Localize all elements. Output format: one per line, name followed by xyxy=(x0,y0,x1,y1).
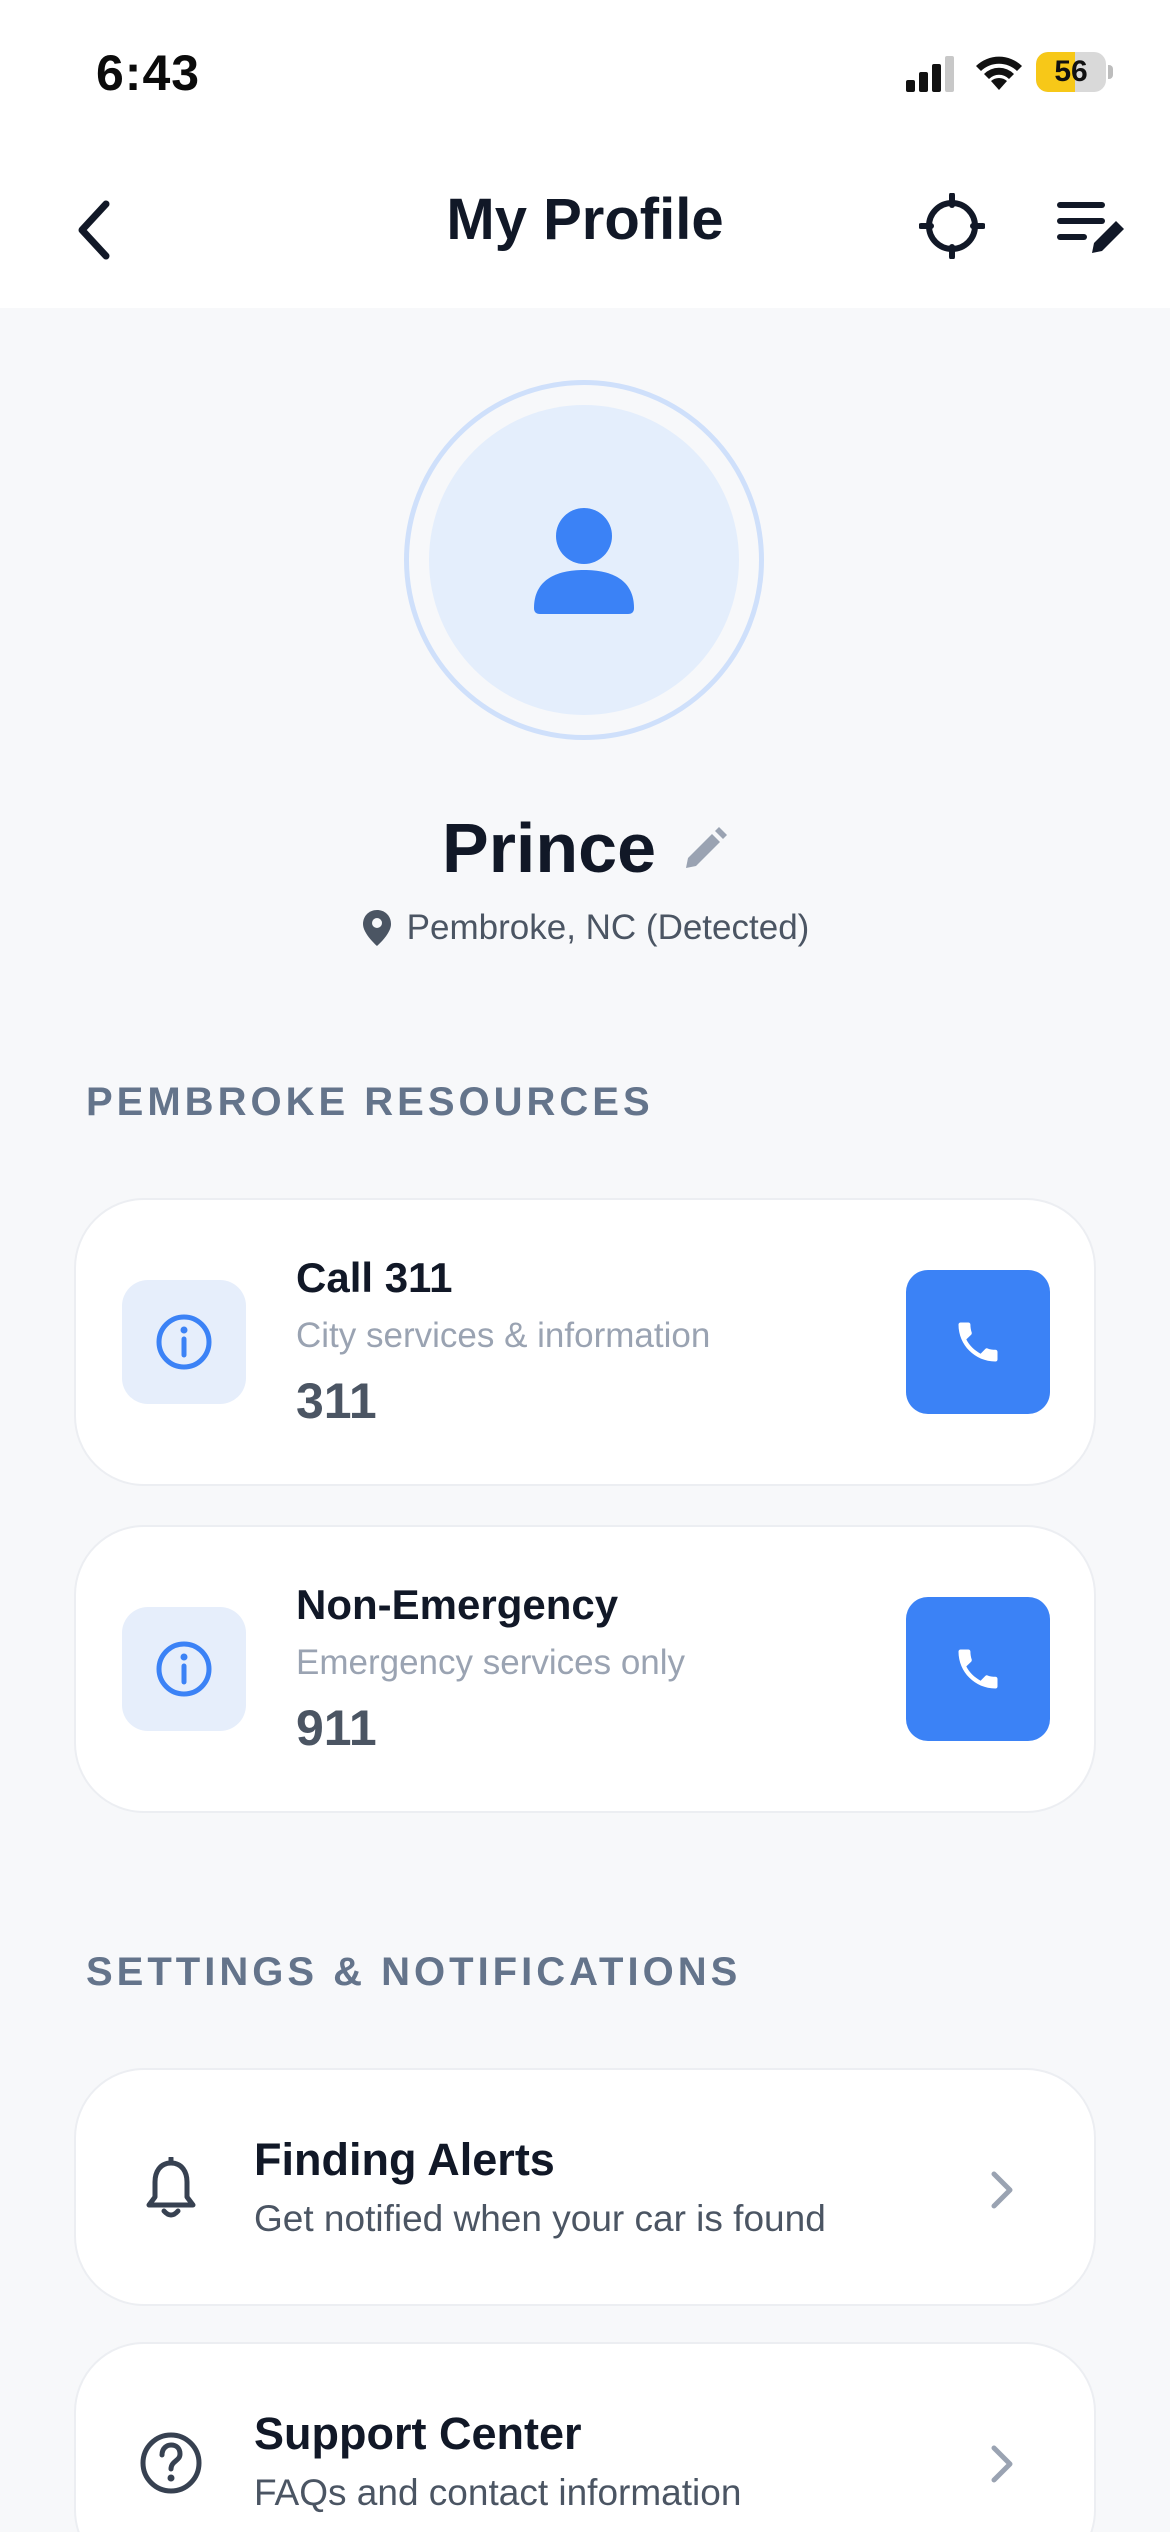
resources-section-title: PEMBROKE RESOURCES xyxy=(86,1080,654,1124)
resource-number: 911 xyxy=(296,1700,377,1756)
resource-card-non-emergency: Non-Emergency Emergency services only 91… xyxy=(74,1525,1096,1813)
info-icon xyxy=(156,1314,212,1370)
profile-name-row: Prince xyxy=(0,808,1170,888)
crosshair-icon xyxy=(919,193,985,259)
edit-list-button[interactable] xyxy=(1050,186,1134,270)
phone-icon xyxy=(958,1649,998,1689)
settings-section-title: SETTINGS & NOTIFICATIONS xyxy=(86,1950,742,1994)
status-bar: 6:43 56 xyxy=(0,0,1170,150)
profile-name: Prince xyxy=(442,809,656,887)
list-edit-icon xyxy=(1057,202,1124,253)
resource-card-311: Call 311 City services & information 311 xyxy=(74,1198,1096,1486)
chevron-right-icon xyxy=(991,2445,1013,2483)
location-text: Pembroke, NC (Detected) xyxy=(406,908,810,947)
resource-subtitle: Emergency services only xyxy=(296,1643,686,1682)
settings-item-title: Finding Alerts xyxy=(254,2134,555,2185)
phone-icon xyxy=(958,1322,998,1362)
resource-title: Non-Emergency xyxy=(296,1581,619,1628)
battery-indicator: 56 xyxy=(1036,52,1113,92)
status-time: 6:43 xyxy=(96,45,201,101)
avatar[interactable] xyxy=(404,380,764,740)
settings-item-subtitle: FAQs and contact information xyxy=(254,2472,742,2513)
cellular-signal-icon xyxy=(906,56,954,92)
support-center-row[interactable]: Support Center FAQs and contact informat… xyxy=(74,2342,1096,2532)
call-911-button[interactable] xyxy=(906,1597,1050,1741)
chevron-right-icon xyxy=(991,2171,1013,2209)
info-icon xyxy=(156,1641,212,1697)
bell-icon xyxy=(146,2157,196,2218)
map-pin-icon xyxy=(362,910,391,946)
resource-subtitle: City services & information xyxy=(296,1316,711,1355)
call-311-button[interactable] xyxy=(906,1270,1050,1414)
settings-item-subtitle: Get notified when your car is found xyxy=(254,2198,826,2239)
resource-number: 311 xyxy=(296,1373,377,1429)
question-circle-icon xyxy=(140,2432,202,2494)
battery-level: 56 xyxy=(1054,55,1088,88)
nav-bar: My Profile xyxy=(0,150,1170,308)
page-title: My Profile xyxy=(446,187,724,252)
wifi-icon xyxy=(976,56,1022,90)
finding-alerts-row[interactable]: Finding Alerts Get notified when your ca… xyxy=(74,2068,1096,2306)
location-row: Pembroke, NC (Detected) xyxy=(0,908,1170,948)
locate-button[interactable] xyxy=(912,186,992,266)
pencil-icon[interactable] xyxy=(680,826,728,874)
settings-item-title: Support Center xyxy=(254,2408,582,2459)
person-icon xyxy=(534,508,634,614)
profile-screen: 6:43 56 My Profile Prince Pembroke, NC (… xyxy=(0,0,1170,2532)
resource-title: Call 311 xyxy=(296,1254,453,1301)
